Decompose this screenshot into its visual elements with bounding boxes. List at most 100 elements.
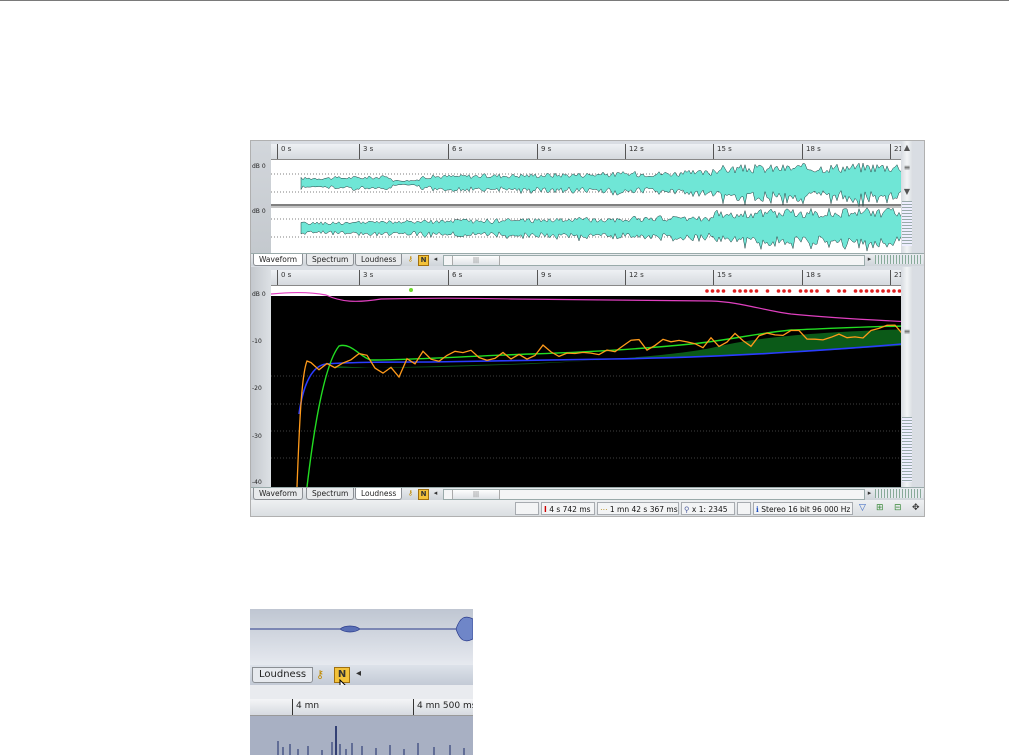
peak-marker xyxy=(787,289,792,293)
peak-marker xyxy=(842,289,847,293)
key-icon[interactable]: ⚷ xyxy=(406,255,415,264)
time-zoom-slider[interactable] xyxy=(875,255,923,264)
channel-config-icon[interactable]: ⊟ xyxy=(894,503,902,514)
peak-marker xyxy=(710,289,715,293)
ruler-tick: 0 s xyxy=(277,144,291,159)
peak-marker xyxy=(870,289,874,293)
detail-tab-bar: Loudness ⚷ N ◂ xyxy=(250,665,473,685)
waveform-level-column: dB 0 dB 0 xyxy=(251,141,271,253)
scroll-down-icon[interactable]: ▼ xyxy=(901,187,913,197)
filter-icon[interactable]: ▽ xyxy=(859,503,866,514)
waveform-vertical-scrollbar[interactable]: ▲ ≡ ▼ xyxy=(901,141,913,253)
file-duration[interactable]: ⋯ 1 mn 42 s 367 ms xyxy=(597,502,679,515)
peak-marker xyxy=(864,289,869,293)
ruler-tick: 4 mn xyxy=(292,699,319,715)
peak-marker xyxy=(743,289,748,293)
scroll-left-icon[interactable]: ◂ xyxy=(431,489,440,498)
peak-marker xyxy=(853,289,858,293)
key-icon[interactable]: ⚷ xyxy=(406,489,415,498)
ruler-tick: 6 s xyxy=(448,270,462,285)
peak-marker xyxy=(721,289,726,293)
detail-spectrum[interactable] xyxy=(250,716,473,755)
peak-marker xyxy=(732,289,737,293)
loudness-vertical-scrollbar[interactable]: ≡ xyxy=(901,267,913,487)
wavelab-editor-window: dB 0 dB 0 0 s 3 s 6 s 9 s 12 s 15 s 18 s… xyxy=(250,140,925,517)
tab-waveform[interactable]: Waveform xyxy=(253,254,304,266)
horizontal-scrollbar[interactable]: ||| xyxy=(443,489,865,500)
peak-marker xyxy=(749,289,753,293)
page-top-rule xyxy=(0,0,1009,1)
horizontal-scrollbar[interactable]: ||| xyxy=(443,255,865,266)
normalize-icon[interactable]: N xyxy=(418,489,429,500)
loudness-graph[interactable] xyxy=(271,286,913,487)
peak-marker xyxy=(738,289,742,293)
detail-tab-loudness[interactable]: Loudness xyxy=(252,667,314,683)
loudness-db-label: -30 xyxy=(252,433,262,440)
peak-marker xyxy=(754,289,759,293)
level-zoom-slider[interactable] xyxy=(902,201,912,246)
detail-time-ruler[interactable]: 4 mn 4 mn 500 ms xyxy=(250,699,473,716)
channel-db-label: dB 0 xyxy=(252,163,266,170)
key-icon[interactable]: ⚷ xyxy=(316,668,324,681)
status-bar: I 4 s 742 ms ⋯ 1 mn 42 s 367 ms ⚲ x 1: 2… xyxy=(251,500,924,516)
ruler-tick: 12 s xyxy=(625,144,644,159)
channel-db-label: dB 0 xyxy=(252,208,266,215)
scroll-thumb[interactable]: ||| xyxy=(452,256,500,265)
detail-waveform[interactable] xyxy=(250,609,473,665)
ruler-tick: 18 s xyxy=(802,144,821,159)
ruler-tick: 21 s xyxy=(890,270,909,285)
ruler-tick: 0 s xyxy=(277,270,291,285)
peak-marker xyxy=(809,289,814,293)
time-zoom-slider[interactable] xyxy=(875,489,923,498)
scroll-grip-icon[interactable]: ≡ xyxy=(901,327,913,337)
waveform-time-ruler[interactable]: 0 s 3 s 6 s 9 s 12 s 15 s 18 s 21 s xyxy=(271,144,913,160)
marker-dot xyxy=(409,288,413,292)
scroll-left-icon[interactable]: ◂ xyxy=(356,668,361,679)
tab-spectrum[interactable]: Spectrum xyxy=(306,488,355,500)
status-empty-cell xyxy=(515,502,539,515)
scroll-right-icon[interactable]: ▸ xyxy=(865,489,874,498)
peak-marker xyxy=(716,289,720,293)
peak-marker xyxy=(892,289,896,293)
loudness-db-label: -20 xyxy=(252,385,262,392)
move-icon[interactable]: ✥ xyxy=(912,503,920,514)
zoom-factor[interactable]: ⚲ x 1: 2345 xyxy=(681,502,735,515)
scroll-grip-icon[interactable]: ≡ xyxy=(901,163,913,173)
loudness-db-label: -10 xyxy=(252,338,262,345)
status-empty-cell xyxy=(737,502,751,515)
ruler-tick: 4 mn 500 ms xyxy=(413,699,473,715)
cursor-icon: I xyxy=(544,505,547,514)
magnifier-icon: ⚲ xyxy=(684,505,690,514)
tab-waveform[interactable]: Waveform xyxy=(253,488,304,500)
loudness-time-ruler[interactable]: 0 s 3 s 6 s 9 s 12 s 15 s 18 s 21 s xyxy=(271,270,913,286)
peak-marker xyxy=(875,289,880,293)
ruler-tick: 9 s xyxy=(537,270,551,285)
peak-marker xyxy=(881,289,885,293)
scroll-thumb[interactable]: ||| xyxy=(452,490,500,499)
scroll-right-icon[interactable]: ▸ xyxy=(865,255,874,264)
peak-marker xyxy=(765,289,770,293)
insert-channel-icon[interactable]: ⊞ xyxy=(876,503,884,514)
tab-loudness[interactable]: Loudness xyxy=(355,254,403,266)
stereo-waveform[interactable] xyxy=(271,160,913,253)
tab-spectrum[interactable]: Spectrum xyxy=(306,254,355,266)
tab-loudness[interactable]: Loudness xyxy=(355,488,403,500)
ruler-tick: 3 s xyxy=(359,144,373,159)
peak-marker xyxy=(859,289,863,293)
peak-marker xyxy=(837,289,841,293)
detail-spacer xyxy=(250,685,473,699)
scroll-up-icon[interactable]: ▲ xyxy=(901,143,913,153)
scroll-left-icon[interactable]: ◂ xyxy=(431,255,440,264)
peak-marker xyxy=(705,289,709,293)
peak-marker xyxy=(776,289,781,293)
duration-icon: ⋯ xyxy=(600,505,608,514)
audio-format[interactable]: ℹ Stereo 16 bit 96 000 Hz xyxy=(753,502,853,515)
normalize-icon[interactable]: N xyxy=(418,255,429,266)
loudness-db-label: dB 0 xyxy=(252,291,266,298)
peak-marker xyxy=(804,289,808,293)
ruler-tick: 18 s xyxy=(802,270,821,285)
cursor-position[interactable]: I 4 s 742 ms xyxy=(541,502,595,515)
level-zoom-slider[interactable] xyxy=(902,417,912,482)
ruler-tick: 15 s xyxy=(713,270,732,285)
loudness-pane: dB 0 -10 -20 -30 -40 0 s 3 s 6 s 9 s 12 … xyxy=(251,267,913,487)
